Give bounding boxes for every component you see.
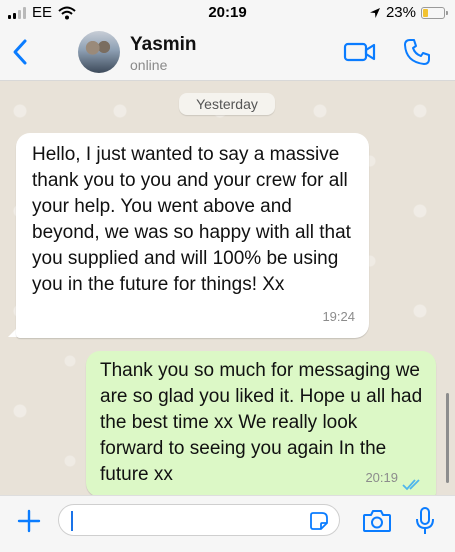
avatar[interactable]	[78, 31, 120, 73]
text-caret	[71, 511, 73, 531]
message-text: Hello, I just wanted to say a massive th…	[32, 144, 351, 295]
location-arrow-icon	[369, 7, 380, 18]
chat-area[interactable]: Yesterday Hello, I just wanted to say a …	[0, 81, 455, 497]
contact-status: online	[130, 57, 168, 73]
chat-header: Yasmin online	[0, 26, 455, 81]
status-right: 23%	[369, 4, 448, 21]
microphone-icon[interactable]	[414, 506, 436, 536]
battery-icon	[421, 6, 448, 19]
battery-percent: 23%	[385, 4, 416, 21]
date-separator: Yesterday	[179, 93, 275, 115]
phone-icon[interactable]	[402, 37, 432, 67]
read-receipt-icon	[402, 479, 420, 491]
message-input[interactable]	[58, 504, 340, 536]
sticker-icon[interactable]	[309, 511, 329, 531]
plus-icon[interactable]	[16, 508, 42, 534]
status-bar: EE 20:19 23%	[0, 0, 455, 26]
scrollbar[interactable]	[446, 393, 449, 483]
incoming-message[interactable]: Hello, I just wanted to say a massive th…	[16, 133, 369, 338]
outgoing-message[interactable]: Thank you so much for messaging we are s…	[86, 351, 436, 497]
message-time: 20:19	[365, 470, 398, 485]
video-camera-icon[interactable]	[343, 40, 377, 64]
message-time: 19:24	[322, 309, 355, 324]
input-bar	[0, 495, 455, 552]
contact-name[interactable]: Yasmin	[130, 34, 197, 56]
back-chevron-icon[interactable]	[8, 35, 34, 69]
camera-icon[interactable]	[362, 508, 392, 534]
